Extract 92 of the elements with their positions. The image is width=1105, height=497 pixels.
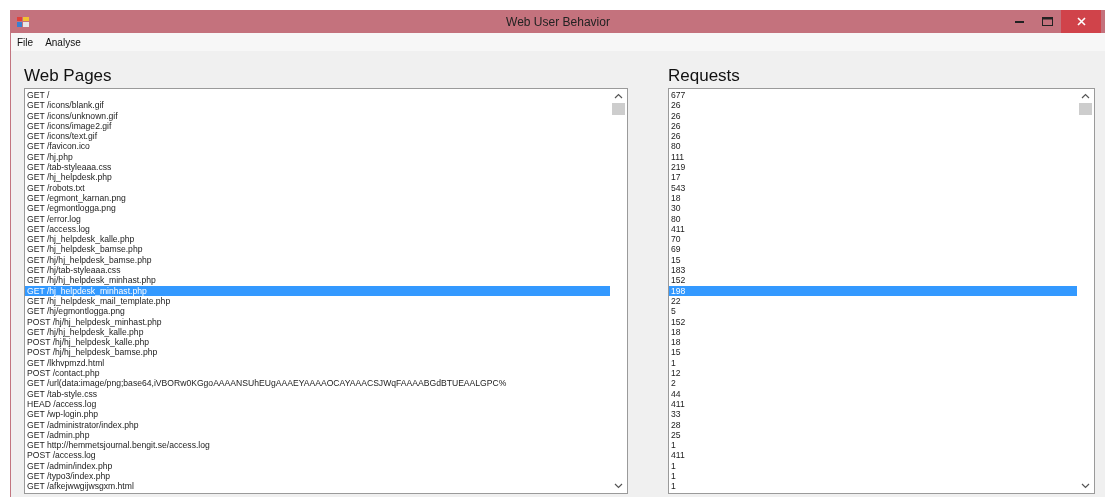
list-item[interactable]: POST /access.log [25, 450, 610, 461]
list-item[interactable]: 17 [669, 172, 1077, 183]
list-item[interactable]: 1 [669, 471, 1077, 482]
list-item[interactable]: 12 [669, 368, 1077, 379]
list-item[interactable]: 26 [669, 131, 1077, 142]
list-item[interactable]: GET /egmont_karnan.png [25, 192, 610, 204]
list-item[interactable]: 5 [669, 306, 1077, 317]
scroll-up-icon[interactable] [1081, 93, 1090, 99]
close-icon [1076, 17, 1086, 26]
list-item[interactable]: 26 [669, 100, 1077, 111]
list-item[interactable]: GET /icons/blank.gif [25, 100, 610, 111]
list-item[interactable]: 15 [669, 347, 1077, 358]
scroll-down-icon[interactable] [1081, 483, 1090, 489]
list-item[interactable]: 152 [669, 316, 1077, 327]
list-item[interactable]: 18 [669, 192, 1077, 204]
list-item[interactable]: GET /icons/image2.gif [25, 120, 610, 132]
list-item[interactable]: 18 [669, 326, 1077, 338]
list-item[interactable]: GET /hj/egmontlogga.png [25, 306, 610, 317]
scroll-thumb[interactable] [1079, 103, 1092, 115]
list-item[interactable]: GET /hj/tab-styleaaa.css [25, 265, 610, 276]
list-item[interactable]: 677 [669, 90, 1077, 101]
list-item[interactable]: POST /hj/hj_helpdesk_minhast.php [25, 316, 610, 327]
list-item[interactable]: POST /hj/hj_helpdesk_bamse.php [25, 347, 610, 358]
list-item[interactable]: 30 [669, 203, 1077, 214]
list-item[interactable]: 70 [669, 234, 1077, 245]
list-item[interactable]: GET /hj/hj_helpdesk_minhast.php [25, 275, 610, 286]
list-item[interactable]: GET /hj_helpdesk_mail_template.php [25, 295, 610, 307]
list-item[interactable]: 22 [669, 295, 1077, 307]
close-button[interactable] [1061, 10, 1101, 33]
list-item[interactable]: 44 [669, 388, 1077, 399]
list-item[interactable]: 69 [669, 244, 1077, 255]
list-item[interactable]: 18 [669, 337, 1077, 348]
list-item[interactable]: GET /access.log [25, 223, 610, 235]
list-item[interactable]: 2 [669, 378, 1077, 389]
list-item[interactable]: GET /typo3/index.php [25, 471, 610, 482]
list-item[interactable]: GET / [25, 90, 610, 101]
list-item[interactable]: GET http://hemmetsjournal.bengit.se/access.log [25, 440, 610, 451]
scroll-down-icon[interactable] [614, 483, 623, 489]
list-item[interactable]: 219 [669, 162, 1077, 173]
list-item[interactable]: GET /tab-style.css [25, 388, 610, 399]
list-item[interactable]: 28 [669, 419, 1077, 430]
list-item[interactable]: 411 [669, 223, 1077, 235]
list-item[interactable]: 411 [669, 450, 1077, 461]
list-item[interactable]: 25 [669, 429, 1077, 441]
list-item[interactable]: 411 [669, 398, 1077, 410]
list-item[interactable]: 183 [669, 265, 1077, 276]
list-item[interactable]: 1 [669, 440, 1077, 451]
list-item[interactable]: 543 [669, 182, 1077, 193]
list-item[interactable]: GET /icons/text.gif [25, 131, 610, 142]
list-item[interactable]: GET /administrator/index.php [25, 419, 610, 430]
menu-item[interactable]: Analyse [45, 36, 81, 48]
list-item[interactable]: POST /hj/hj_helpdesk_kalle.php [25, 337, 610, 348]
list-item[interactable]: GET /egmontlogga.png [25, 203, 610, 214]
list-item[interactable]: GET /favicon.ico [25, 141, 610, 152]
list-item[interactable]: POST /contact.php [25, 368, 610, 379]
list-item[interactable]: GET /hj.php [25, 151, 610, 163]
list-item[interactable]: 1 [669, 460, 1077, 471]
list-item[interactable]: GET /tab-styleaaa.css [25, 162, 610, 173]
list-item[interactable]: GET /afkejwwgijwsgxm.html [25, 481, 610, 492]
list-item[interactable]: GET /admin.php [25, 429, 610, 441]
list-item[interactable]: 26 [669, 120, 1077, 132]
list-item[interactable]: GET /hj_helpdesk_kalle.php [25, 234, 610, 245]
minimize-icon [1014, 20, 1024, 23]
list-item[interactable]: GET /wp-login.php [25, 409, 610, 420]
scroll-up-icon[interactable] [614, 93, 623, 99]
list-item[interactable]: 80 [669, 213, 1077, 224]
list-item[interactable]: 1 [669, 481, 1077, 492]
list-heading: Web Pages [24, 65, 113, 87]
list-item[interactable]: GET /hj_helpdesk_bamse.php [25, 244, 610, 255]
list-item[interactable]: GET /icons/unknown.gif [25, 110, 610, 121]
list-item[interactable]: GET /hj/hj_helpdesk_kalle.php [25, 326, 610, 338]
list-item[interactable]: GET /hj_helpdesk.php [25, 172, 610, 183]
maximize-icon [1041, 17, 1053, 26]
window-title: Web User Behavior [505, 14, 611, 29]
list-item[interactable]: 26 [669, 110, 1077, 121]
list-item[interactable]: 152 [669, 275, 1077, 286]
app-icon [17, 16, 29, 27]
list-item[interactable]: GET /robots.txt [25, 182, 610, 193]
list-item[interactable]: GET /error.log [25, 213, 610, 224]
menu-item[interactable]: File [17, 36, 34, 48]
list-item[interactable]: 1 [669, 357, 1077, 368]
list-item[interactable]: HEAD /access.log [25, 398, 610, 410]
list-item[interactable]: 15 [669, 254, 1077, 266]
scroll-thumb[interactable] [612, 103, 625, 115]
list-item[interactable]: GET /hj/hj_helpdesk_bamse.php [25, 254, 610, 266]
list-item[interactable]: GET /lkhvpmzd.html [25, 357, 610, 368]
list-heading: Requests [668, 65, 741, 87]
list-item[interactable]: 111 [669, 151, 1077, 163]
list-item[interactable]: GET /admin/index.php [25, 460, 610, 471]
list-item[interactable]: GET /url(data:image/png;base64,iVBORw0KGgoAAAANSUhEUgAAAEYAAAAOCAYAAACSJWqFAAAABGdBTUEAALGPC% [25, 378, 610, 389]
list-item[interactable]: 80 [669, 141, 1077, 152]
list-item[interactable]: 33 [669, 409, 1077, 420]
